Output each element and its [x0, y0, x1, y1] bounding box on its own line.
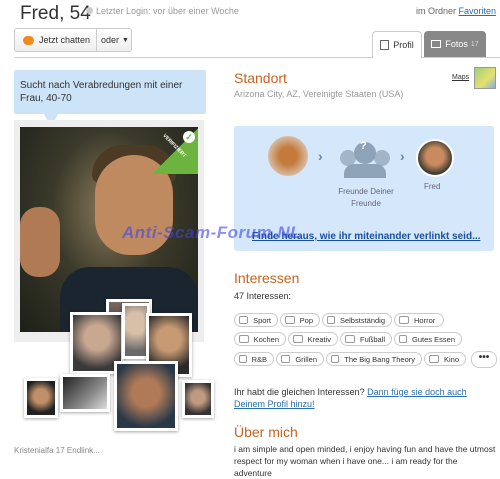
- grill-icon: [281, 355, 291, 363]
- fred-avatar[interactable]: [416, 139, 454, 177]
- fred-label: Fred: [424, 182, 441, 191]
- location-value: Arizona City, AZ, Vereinigte Staaten (US…: [234, 89, 404, 99]
- camera-icon: [431, 40, 442, 48]
- profile-icon: [380, 40, 390, 50]
- chevron-down-icon[interactable]: ▼: [122, 37, 129, 44]
- favorites-link[interactable]: Favoriten: [459, 6, 497, 16]
- same-interests-question: Ihr habt die gleichen Interessen?: [234, 387, 365, 397]
- tab-photos[interactable]: Fotos 17: [424, 31, 486, 57]
- chat-now-label[interactable]: Jetzt chatten: [39, 35, 90, 45]
- sport-icon: [239, 316, 249, 324]
- interest-chip[interactable]: Kino: [424, 352, 466, 366]
- tab-profile-label: Profil: [393, 40, 414, 50]
- tab-profile[interactable]: Profil: [372, 31, 422, 58]
- about-me-heading: Über mich: [234, 424, 298, 440]
- interest-chip[interactable]: Selbstständig: [322, 313, 392, 327]
- blurred-user-avatar: [268, 136, 308, 176]
- friends-of-friends-label: Freunde Deiner Freunde: [338, 187, 394, 208]
- photo-thumbnail[interactable]: [60, 374, 110, 412]
- briefcase-icon: [327, 316, 335, 324]
- creative-icon: [293, 335, 303, 343]
- interest-chip[interactable]: Gutes Essen: [394, 332, 462, 346]
- interest-chip[interactable]: Pop: [280, 313, 320, 327]
- location-heading: Standort: [234, 70, 287, 86]
- chat-bubble-icon: [23, 35, 34, 45]
- music-icon: [285, 316, 295, 324]
- food-icon: [399, 335, 408, 343]
- chevron-right-icon: ›: [318, 148, 323, 164]
- photo-bottom-watermark: Kristenialfa 17 Endlink...: [14, 446, 100, 455]
- last-login-text: Letzter Login: vor über einer Woche: [96, 6, 239, 16]
- watermark-text: Anti-Scam-Forum.NL: [122, 223, 301, 242]
- about-me-text: i am simple and open minded, i enjoy hav…: [234, 444, 496, 478]
- seeking-bubble: Sucht nach Verabredungen mit einer Frau,…: [14, 70, 206, 114]
- or-dropdown-label[interactable]: oder: [101, 35, 119, 45]
- football-icon: [345, 335, 355, 343]
- question-mark-icon: ?: [360, 140, 367, 152]
- interest-chip[interactable]: Grillen: [276, 352, 324, 366]
- folder-info: im Ordner Favoriten: [416, 6, 496, 16]
- same-interests-text: Ihr habt die gleichen Interessen? Dann f…: [234, 386, 496, 410]
- tab-photos-label: Fotos: [445, 39, 468, 49]
- interest-chip[interactable]: Fußball: [340, 332, 392, 346]
- interest-chip[interactable]: Horror: [394, 313, 444, 327]
- interests-heading: Interessen: [234, 270, 300, 286]
- maps-link[interactable]: Maps: [452, 74, 469, 81]
- photo-thumbnail[interactable]: [182, 380, 214, 418]
- photo-thumbnail[interactable]: [114, 361, 178, 431]
- chat-button-group[interactable]: Jetzt chatten oder ▼: [14, 28, 132, 52]
- button-divider: [96, 29, 98, 51]
- interest-chip[interactable]: Kochen: [234, 332, 286, 346]
- interests-count: 47 Interessen:: [234, 291, 292, 301]
- check-icon: ✓: [183, 131, 195, 143]
- photo-thumbnail[interactable]: [24, 378, 58, 418]
- interest-chip[interactable]: R&B: [234, 352, 274, 366]
- profile-name-age: Fred, 54: [20, 3, 91, 24]
- tab-photos-count: 17: [470, 40, 479, 48]
- online-status-dot: [86, 7, 93, 14]
- cinema-icon: [429, 355, 439, 363]
- interest-chip[interactable]: Kreativ: [288, 332, 338, 346]
- music-icon: [239, 355, 247, 363]
- cooking-icon: [239, 335, 249, 343]
- interest-chip[interactable]: Sport: [234, 313, 278, 327]
- chevron-right-icon: ›: [400, 148, 405, 164]
- film-icon: [399, 316, 409, 324]
- folder-prefix: im Ordner: [416, 6, 457, 16]
- tv-icon: [331, 355, 340, 363]
- map-icon[interactable]: [474, 67, 496, 89]
- interest-chip[interactable]: The Big Bang Theory: [326, 352, 422, 366]
- more-interests-button[interactable]: •••: [471, 351, 497, 368]
- tab-baseline: [14, 57, 500, 58]
